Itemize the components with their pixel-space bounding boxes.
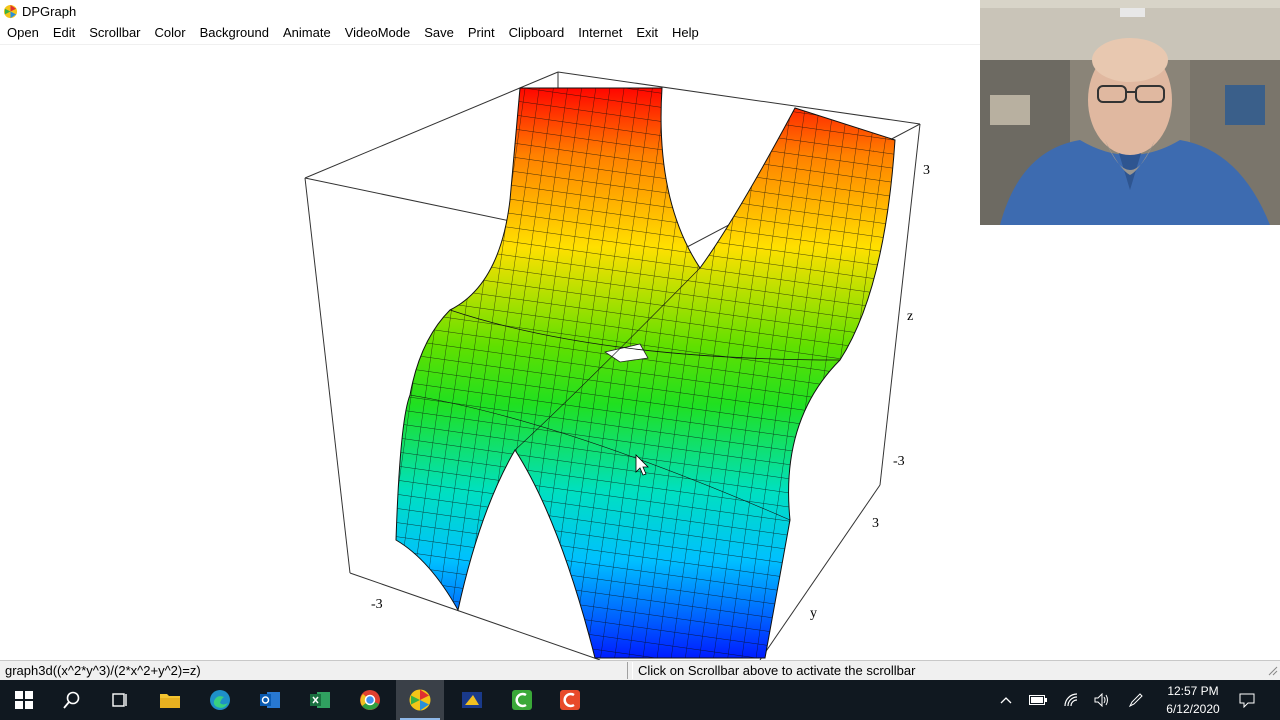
clock-date: 6/12/2020 — [1166, 702, 1220, 716]
resize-grip-icon[interactable] — [1266, 664, 1278, 676]
file-explorer-button[interactable] — [146, 680, 194, 720]
menu-bar: Open Edit Scrollbar Color Background Ani… — [0, 22, 980, 45]
dpgraph-taskbar-button[interactable] — [396, 680, 444, 720]
pen-icon — [1128, 693, 1143, 708]
outlook-icon — [260, 692, 280, 708]
x-tick-left: -3 — [371, 597, 383, 612]
tray-overflow-button[interactable] — [996, 680, 1016, 720]
start-icon — [15, 691, 33, 709]
menu-color[interactable]: Color — [148, 22, 193, 44]
file-explorer-icon — [160, 694, 180, 708]
wifi-button[interactable] — [1060, 680, 1084, 720]
y-tick-far: 3 — [872, 516, 879, 531]
webcam-video — [980, 0, 1280, 225]
menu-edit[interactable]: Edit — [46, 22, 82, 44]
surface-plot — [395, 87, 896, 659]
pen-button[interactable] — [1124, 680, 1148, 720]
taskbar-clock[interactable]: 12:57 PM 6/12/2020 — [1155, 682, 1231, 718]
menu-background[interactable]: Background — [193, 22, 276, 44]
camtasia-button[interactable] — [498, 680, 546, 720]
title-bar: DPGraph — [0, 0, 980, 22]
task-view-button[interactable] — [96, 680, 144, 720]
menu-exit[interactable]: Exit — [629, 22, 665, 44]
z-tick-bottom: -3 — [893, 454, 905, 469]
notification-icon — [1239, 693, 1255, 708]
excel-button[interactable] — [296, 680, 344, 720]
dpgraph-app-icon — [3, 4, 18, 18]
battery-icon — [1029, 695, 1047, 705]
edge-button[interactable] — [196, 680, 244, 720]
outlook-button[interactable] — [246, 680, 294, 720]
camtasia-recorder-button[interactable] — [546, 680, 594, 720]
menu-open[interactable]: Open — [0, 22, 46, 44]
camtasia-icon — [512, 690, 532, 710]
search-icon — [63, 691, 80, 709]
menu-internet[interactable]: Internet — [571, 22, 629, 44]
status-equation: graph3d((x^2*y^3)/(2*x^2+y^2)=z) — [0, 662, 628, 679]
z-axis-label: z — [907, 309, 913, 324]
window-title: DPGraph — [22, 3, 77, 19]
menu-scrollbar[interactable]: Scrollbar — [82, 22, 147, 44]
powerpoint-button[interactable] — [448, 680, 496, 720]
task-view-icon — [112, 693, 127, 707]
volume-button[interactable] — [1090, 680, 1114, 720]
menu-videomode[interactable]: VideoMode — [338, 22, 418, 44]
z-tick-top: 3 — [923, 163, 930, 178]
battery-button[interactable] — [1026, 680, 1050, 720]
menu-animate[interactable]: Animate — [276, 22, 338, 44]
start-button[interactable] — [0, 680, 48, 720]
menu-print[interactable]: Print — [461, 22, 502, 44]
notifications-button[interactable] — [1234, 680, 1260, 720]
menu-clipboard[interactable]: Clipboard — [502, 22, 572, 44]
y-axis-label: y — [810, 606, 817, 621]
status-hint: Click on Scrollbar above to activate the… — [632, 662, 1270, 679]
chrome-icon — [360, 690, 380, 710]
wifi-icon — [1064, 693, 1078, 707]
camtasia-recorder-icon — [560, 690, 580, 710]
menu-help[interactable]: Help — [665, 22, 706, 44]
taskbar: 12:57 PM 6/12/2020 — [0, 680, 1280, 720]
status-bar: graph3d((x^2*y^3)/(2*x^2+y^2)=z) Click o… — [0, 660, 1280, 681]
powerpoint-icon — [462, 692, 482, 708]
clock-time: 12:57 PM — [1167, 684, 1219, 698]
edge-icon — [210, 690, 230, 710]
menu-save[interactable]: Save — [417, 22, 461, 44]
chrome-button[interactable] — [346, 680, 394, 720]
chevron-up-icon — [1000, 697, 1012, 704]
dpgraph-icon — [409, 689, 431, 711]
volume-icon — [1094, 693, 1108, 707]
excel-icon — [310, 692, 330, 708]
search-button[interactable] — [48, 680, 96, 720]
